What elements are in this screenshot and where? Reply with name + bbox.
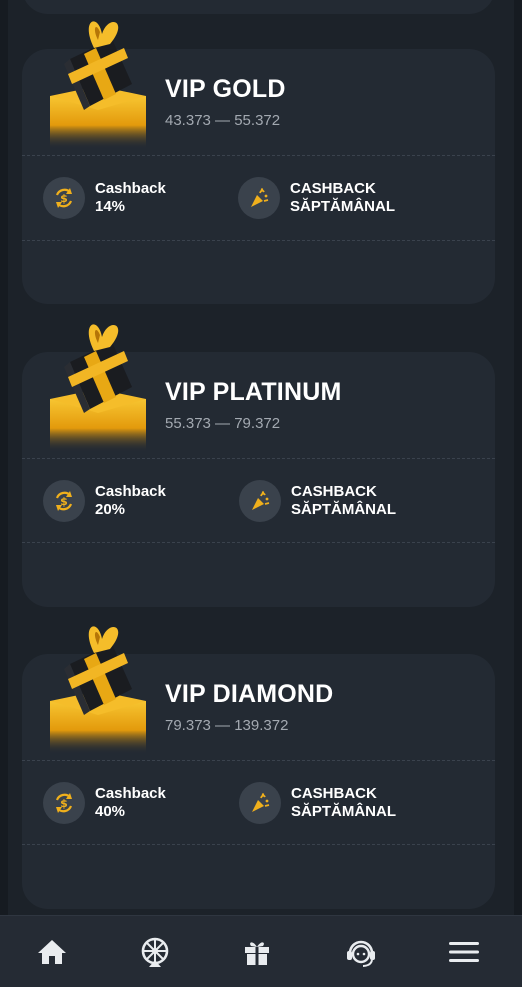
nav-support-button[interactable] — [331, 916, 391, 987]
tier-range: 43.373 — 55.372 — [165, 112, 281, 129]
nav-menu-button[interactable] — [434, 916, 494, 987]
weekly-cashback-feature: CASHBACK SĂPTĂMÂNAL — [238, 176, 395, 220]
cashback-coin-icon: $ — [43, 480, 85, 522]
weekly-cashback-feature: CASHBACK SĂPTĂMÂNAL — [239, 479, 396, 523]
svg-text:$: $ — [60, 192, 68, 205]
cashback-feature: $ Cashback 40% — [43, 781, 166, 825]
weekly-label-line1: CASHBACK — [291, 483, 377, 500]
tier-title: VIP GOLD — [165, 75, 286, 103]
weekly-label-line1: CASHBACK — [291, 785, 377, 802]
cashback-coin-icon: $ — [43, 782, 85, 824]
party-popper-icon — [239, 782, 281, 824]
divider — [22, 844, 495, 845]
weekly-label-line2: SĂPTĂMÂNAL — [291, 501, 396, 518]
weekly-label-line2: SĂPTĂMÂNAL — [291, 803, 396, 820]
cashback-label: Cashback — [95, 180, 166, 197]
menu-icon — [449, 941, 479, 962]
vip-levels-screen: VIP GOLD 43.373 — 55.372 $ Cashback 14% — [0, 0, 522, 987]
tier-card-vip-gold: VIP GOLD 43.373 — 55.372 $ Cashback 14% — [22, 21, 495, 304]
wheel-of-fortune-icon — [141, 937, 169, 967]
tier-range: 79.373 — 139.372 — [165, 717, 289, 734]
nav-wheel-button[interactable] — [125, 916, 185, 987]
weekly-label-line2: SĂPTĂMÂNAL — [290, 198, 395, 215]
nav-gift-button[interactable] — [227, 916, 287, 987]
tier-card-vip-platinum: VIP PLATINUM 55.373 — 79.372 $ Cashback … — [22, 324, 495, 607]
cashback-value: 14% — [95, 198, 126, 215]
divider — [22, 760, 495, 761]
nav-home-button[interactable] — [22, 916, 82, 987]
divider — [22, 240, 495, 241]
svg-text:$: $ — [60, 797, 68, 810]
gift-box-icon — [50, 14, 150, 149]
cashback-coin-icon: $ — [43, 177, 85, 219]
divider — [22, 458, 495, 459]
cashback-value: 40% — [95, 803, 126, 820]
cashback-feature: $ Cashback 20% — [43, 479, 166, 523]
cashback-value: 20% — [95, 501, 126, 518]
previous-tier-card — [22, 0, 495, 14]
tier-range: 55.373 — 79.372 — [165, 415, 281, 432]
cashback-label: Cashback — [95, 483, 166, 500]
gift-box-icon — [50, 317, 150, 452]
svg-text:$: $ — [60, 495, 68, 508]
tier-title: VIP DIAMOND — [165, 680, 334, 708]
cashback-label: Cashback — [95, 785, 166, 802]
gift-icon — [245, 941, 269, 965]
tier-title: VIP PLATINUM — [165, 378, 342, 406]
support-headset-icon — [347, 940, 375, 967]
right-edge — [514, 0, 522, 915]
weekly-label-line1: CASHBACK — [290, 180, 376, 197]
home-icon — [38, 939, 66, 964]
tier-card-vip-diamond: VIP DIAMOND 79.373 — 139.372 $ Cashback … — [22, 626, 495, 909]
weekly-cashback-feature: CASHBACK SĂPTĂMÂNAL — [239, 781, 396, 825]
cashback-feature: $ Cashback 14% — [43, 176, 166, 220]
party-popper-icon — [239, 480, 281, 522]
party-popper-icon — [238, 177, 280, 219]
bottom-navigation — [0, 915, 522, 987]
divider — [22, 155, 495, 156]
divider — [22, 542, 495, 543]
left-edge — [0, 0, 8, 915]
gift-box-icon — [50, 619, 150, 754]
